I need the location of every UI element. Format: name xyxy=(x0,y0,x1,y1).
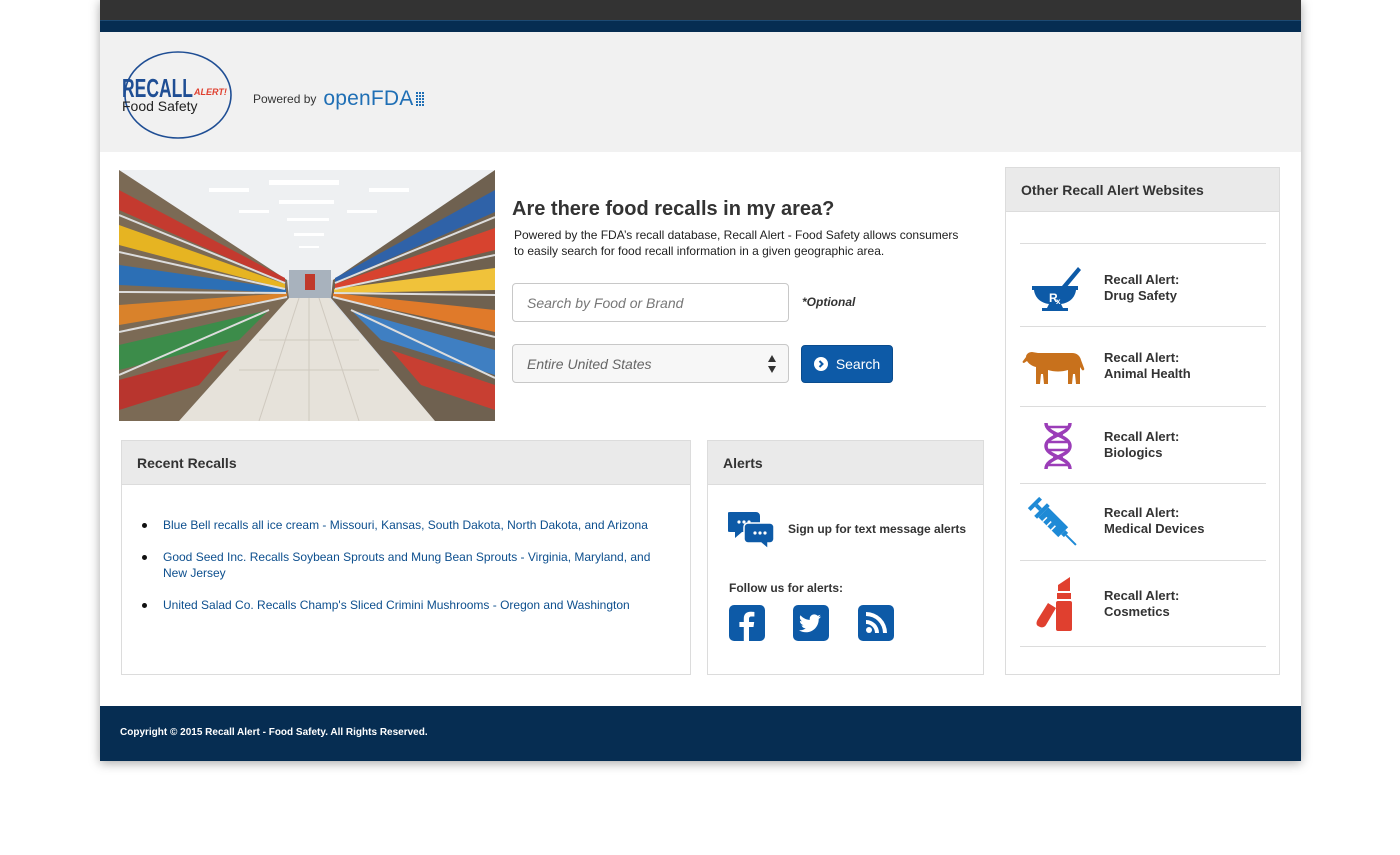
svg-text:x: x xyxy=(1056,297,1061,306)
powered-label: Powered by xyxy=(253,92,317,106)
recall-alert-logo[interactable]: RECALL ALERT! Food Safety xyxy=(120,51,232,139)
other-site-line2: Biologics xyxy=(1104,445,1163,460)
alerts-panel: Alerts Sign up for text message alerts F… xyxy=(707,440,984,675)
site-header: RECALL ALERT! Food Safety Powered by ope… xyxy=(100,32,1301,152)
openfda-logo[interactable]: openFDA xyxy=(323,87,413,111)
lipstick-icon xyxy=(1036,577,1072,631)
recall-link[interactable]: United Salad Co. Recalls Champ's Sliced … xyxy=(142,597,662,613)
other-site-line1: Recall Alert: xyxy=(1104,588,1180,603)
dna-icon xyxy=(1044,422,1072,470)
cow-icon xyxy=(1022,352,1085,384)
intro-description: Powered by the FDA’s recall database, Re… xyxy=(514,228,959,258)
intro: Are there food recalls in my area? Power… xyxy=(512,198,982,259)
copyright-text: Copyright © 2015 Recall Alert - Food Saf… xyxy=(120,727,428,738)
other-site-line1: Recall Alert: xyxy=(1104,350,1180,365)
recent-recalls-title: Recent Recalls xyxy=(122,441,690,485)
other-site-line1: Recall Alert: xyxy=(1104,429,1180,444)
mortar-pestle-rx-icon: R x xyxy=(1032,267,1081,311)
other-sites-panel: Other Recall Alert Websites R x Recall A… xyxy=(1005,167,1280,675)
alerts-title: Alerts xyxy=(708,441,983,485)
other-site-biologics[interactable]: Recall Alert: Biologics xyxy=(1020,407,1266,484)
search-button-label: Search xyxy=(835,356,881,372)
text-alert-signup[interactable]: Sign up for text message alerts xyxy=(728,509,966,549)
other-sites-list: R x Recall Alert: Drug Safety Recall Ale… xyxy=(1020,243,1266,647)
openfda-fda: FDA xyxy=(370,87,414,110)
logo-sub: Food Safety xyxy=(122,98,198,114)
intro-title: Are there food recalls in my area? xyxy=(512,198,835,220)
syringe-icon xyxy=(1027,496,1077,546)
other-site-drug-safety[interactable]: R x Recall Alert: Drug Safety xyxy=(1020,244,1266,327)
location-value: Entire United States xyxy=(527,355,652,372)
rss-icon[interactable] xyxy=(858,605,894,641)
follow-label: Follow us for alerts: xyxy=(729,581,844,595)
twitter-icon[interactable] xyxy=(793,605,829,641)
page: RECALL ALERT! Food Safety Powered by ope… xyxy=(100,0,1301,761)
select-arrows-icon xyxy=(768,355,776,373)
other-site-cosmetics[interactable]: Recall Alert: Cosmetics xyxy=(1020,561,1266,647)
signup-text: Sign up for text message alerts xyxy=(788,522,967,536)
location-select[interactable]: Entire United States xyxy=(512,344,789,383)
other-site-animal-health[interactable]: Recall Alert: Animal Health xyxy=(1020,327,1266,407)
other-sites-title: Other Recall Alert Websites xyxy=(1006,168,1279,212)
recall-link[interactable]: Blue Bell recalls all ice cream - Missou… xyxy=(142,517,662,533)
site-footer: Copyright © 2015 Recall Alert - Food Saf… xyxy=(100,706,1301,761)
recent-recalls-panel: Recent Recalls Blue Bell recalls all ice… xyxy=(121,440,691,675)
optional-label: *Optional xyxy=(802,295,856,309)
openfda-dots-icon xyxy=(415,92,424,106)
other-site-line2: Medical Devices xyxy=(1104,521,1205,536)
top-bar xyxy=(100,0,1301,20)
grocery-aisle-image xyxy=(119,170,495,421)
powered-by: Powered by openFDA xyxy=(253,87,424,111)
recall-link[interactable]: Good Seed Inc. Recalls Soybean Sprouts a… xyxy=(142,549,662,581)
food-brand-search-input[interactable] xyxy=(512,283,789,322)
other-site-line2: Cosmetics xyxy=(1104,604,1170,619)
facebook-icon[interactable] xyxy=(729,605,765,641)
nav-bar xyxy=(100,20,1301,32)
other-site-line2: Animal Health xyxy=(1104,366,1191,381)
other-site-line1: Recall Alert: xyxy=(1104,505,1180,520)
other-site-line2: Drug Safety xyxy=(1104,288,1177,303)
openfda-open: open xyxy=(323,87,371,110)
search-button[interactable]: Search xyxy=(801,345,893,383)
other-site-line1: Recall Alert: xyxy=(1104,272,1180,287)
recent-recalls-list: Blue Bell recalls all ice cream - Missou… xyxy=(142,517,662,629)
chevron-circle-right-icon xyxy=(813,357,828,371)
logo-alert: ALERT! xyxy=(193,87,227,97)
chat-bubbles-icon xyxy=(728,512,775,549)
other-site-medical-devices[interactable]: Recall Alert: Medical Devices xyxy=(1020,484,1266,561)
